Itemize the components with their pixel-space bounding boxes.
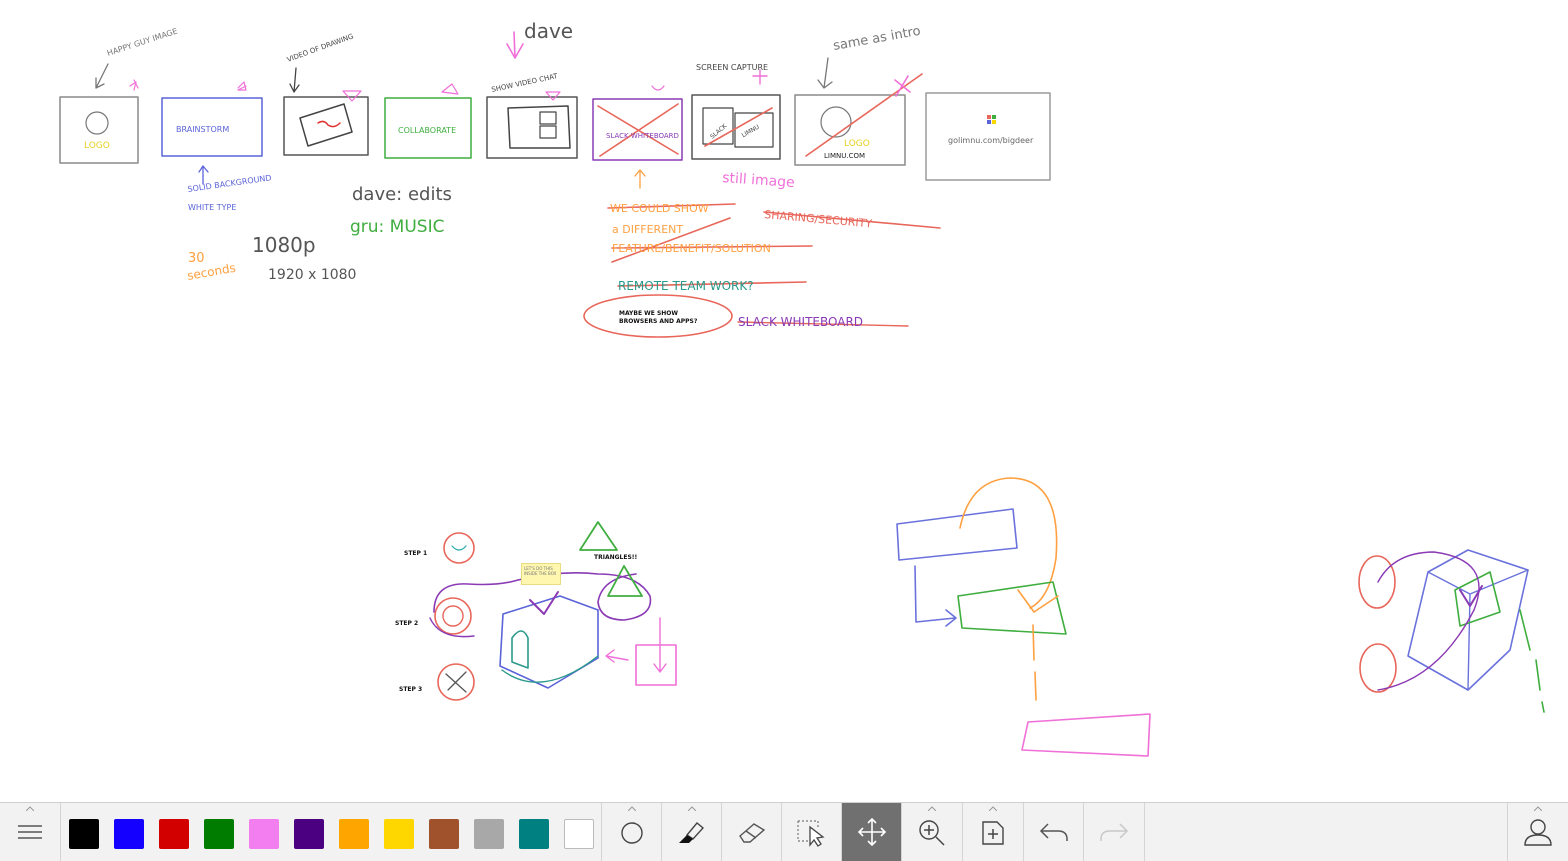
note-show-video-chat: SHOW VIDEO CHAT	[491, 72, 559, 94]
zoom-button[interactable]	[902, 803, 963, 861]
note-maybe-1: MAYBE WE SHOW	[619, 310, 678, 317]
note-dave-edits: dave: edits	[352, 184, 452, 205]
caret-up-icon	[928, 806, 936, 811]
shape-circle-icon	[620, 822, 643, 844]
label-step-1: STEP 1	[404, 550, 427, 557]
whiteboard-canvas[interactable]: HAPPY GUY IMAGE VIDEO OF DRAWING dave SH…	[0, 0, 1568, 802]
color-swatch-indigo[interactable]	[294, 819, 324, 849]
note-still-image: still image	[722, 170, 795, 191]
marker-tool-button[interactable]	[662, 803, 722, 861]
note-res-1920: 1920 x 1080	[268, 267, 356, 283]
note-gru-music: gru: MUSIC	[350, 217, 444, 237]
note-we-could-show: WE COULD SHOW	[610, 202, 709, 215]
add-board-button[interactable]	[963, 803, 1024, 861]
label-triangles: TRIANGLES!!	[594, 554, 637, 561]
select-pointer-icon	[796, 820, 825, 847]
color-swatch-white[interactable]	[564, 819, 594, 849]
note-happy-guy: HAPPY GUY IMAGE	[106, 27, 179, 58]
note-white-type: WHITE TYPE	[188, 203, 236, 212]
note-screen-capture: SCREEN CAPTURE	[696, 63, 768, 72]
note-thirty: 30	[188, 251, 205, 266]
note-slack-whiteboard: SLACK WHITEBOARD	[738, 315, 863, 329]
note-maybe-2: BROWSERS AND APPS?	[619, 318, 698, 325]
move-arrows-icon	[857, 817, 886, 847]
frame-label-url: golimnu.com/bigdeer	[948, 136, 1034, 145]
color-swatch-gold[interactable]	[384, 819, 414, 849]
eraser-icon	[738, 823, 765, 843]
label-step-3: STEP 3	[399, 686, 422, 693]
note-dave: dave	[524, 19, 573, 43]
limnu-logo-icon	[987, 115, 996, 124]
caret-up-icon	[687, 806, 696, 811]
note-a-different: a DIFFERENT	[612, 223, 683, 236]
note-feature: FEATURE/BENEFIT/SOLUTION	[612, 242, 771, 255]
whiteboard-drawing: HAPPY GUY IMAGE VIDEO OF DRAWING dave SH…	[59, 19, 1545, 757]
color-swatch-orange[interactable]	[339, 819, 369, 849]
user-button[interactable]	[1507, 803, 1568, 861]
note-solid-bg: SOLID BACKGROUND	[187, 173, 272, 194]
shape-tool-button[interactable]	[602, 803, 662, 861]
redo-icon	[1100, 823, 1129, 841]
caret-up-icon	[1534, 806, 1542, 811]
color-swatch-brown[interactable]	[429, 819, 459, 849]
color-swatch-black[interactable]	[69, 819, 99, 849]
eraser-tool-button[interactable]	[722, 803, 782, 861]
frame-label-brainstorm: BRAINSTORM	[176, 125, 229, 134]
add-board-icon	[982, 821, 1004, 845]
note-res-1080p: 1080p	[252, 233, 316, 257]
bottom-toolbar	[0, 802, 1568, 861]
redo-button[interactable]	[1084, 803, 1145, 861]
frame-label-slack-whiteboard: SLACK WHITEBOARD	[606, 132, 679, 140]
color-swatch-gray[interactable]	[474, 819, 504, 849]
color-swatch-blue[interactable]	[114, 819, 144, 849]
note-sharing: SHARING/SECURITY	[764, 208, 873, 230]
note-remote: REMOTE TEAM WORK?	[618, 279, 754, 293]
select-tool-button[interactable]	[782, 803, 842, 861]
note-same-as-intro: same as intro	[832, 24, 922, 54]
menu-button[interactable]	[0, 803, 61, 861]
caret-up-icon	[26, 806, 34, 811]
caret-up-icon	[989, 806, 997, 811]
color-palette	[61, 803, 602, 861]
color-swatch-pink[interactable]	[249, 819, 279, 849]
color-swatch-red[interactable]	[159, 819, 189, 849]
frame-video-drawing	[283, 96, 369, 156]
sticky-note[interactable]: LET'S DO THIS INSIDE THE BOX	[521, 563, 561, 585]
note-video-of-drawing: VIDEO OF DRAWING	[286, 32, 355, 64]
zoom-in-icon	[919, 820, 945, 846]
frame-label-limnu-small: LIMNU	[741, 124, 761, 140]
marker-icon	[678, 822, 704, 843]
color-swatch-green[interactable]	[204, 819, 234, 849]
frame-label-logo-2: LOGO	[844, 139, 870, 149]
move-tool-button[interactable]	[842, 803, 902, 861]
menu-icon	[18, 825, 42, 839]
undo-icon	[1039, 823, 1068, 841]
frame-label-logo-1: LOGO	[84, 141, 110, 151]
undo-button[interactable]	[1024, 803, 1084, 861]
frame-logo-1	[59, 96, 139, 164]
frame-label-collaborate: COLLABORATE	[398, 126, 456, 135]
caret-up-icon	[627, 806, 636, 811]
label-step-2: STEP 2	[395, 620, 418, 627]
color-swatch-teal[interactable]	[519, 819, 549, 849]
frame-screen-capture	[691, 94, 781, 160]
frame-label-limnu-com: LIMNU.COM	[824, 152, 865, 160]
user-icon	[1524, 819, 1552, 846]
